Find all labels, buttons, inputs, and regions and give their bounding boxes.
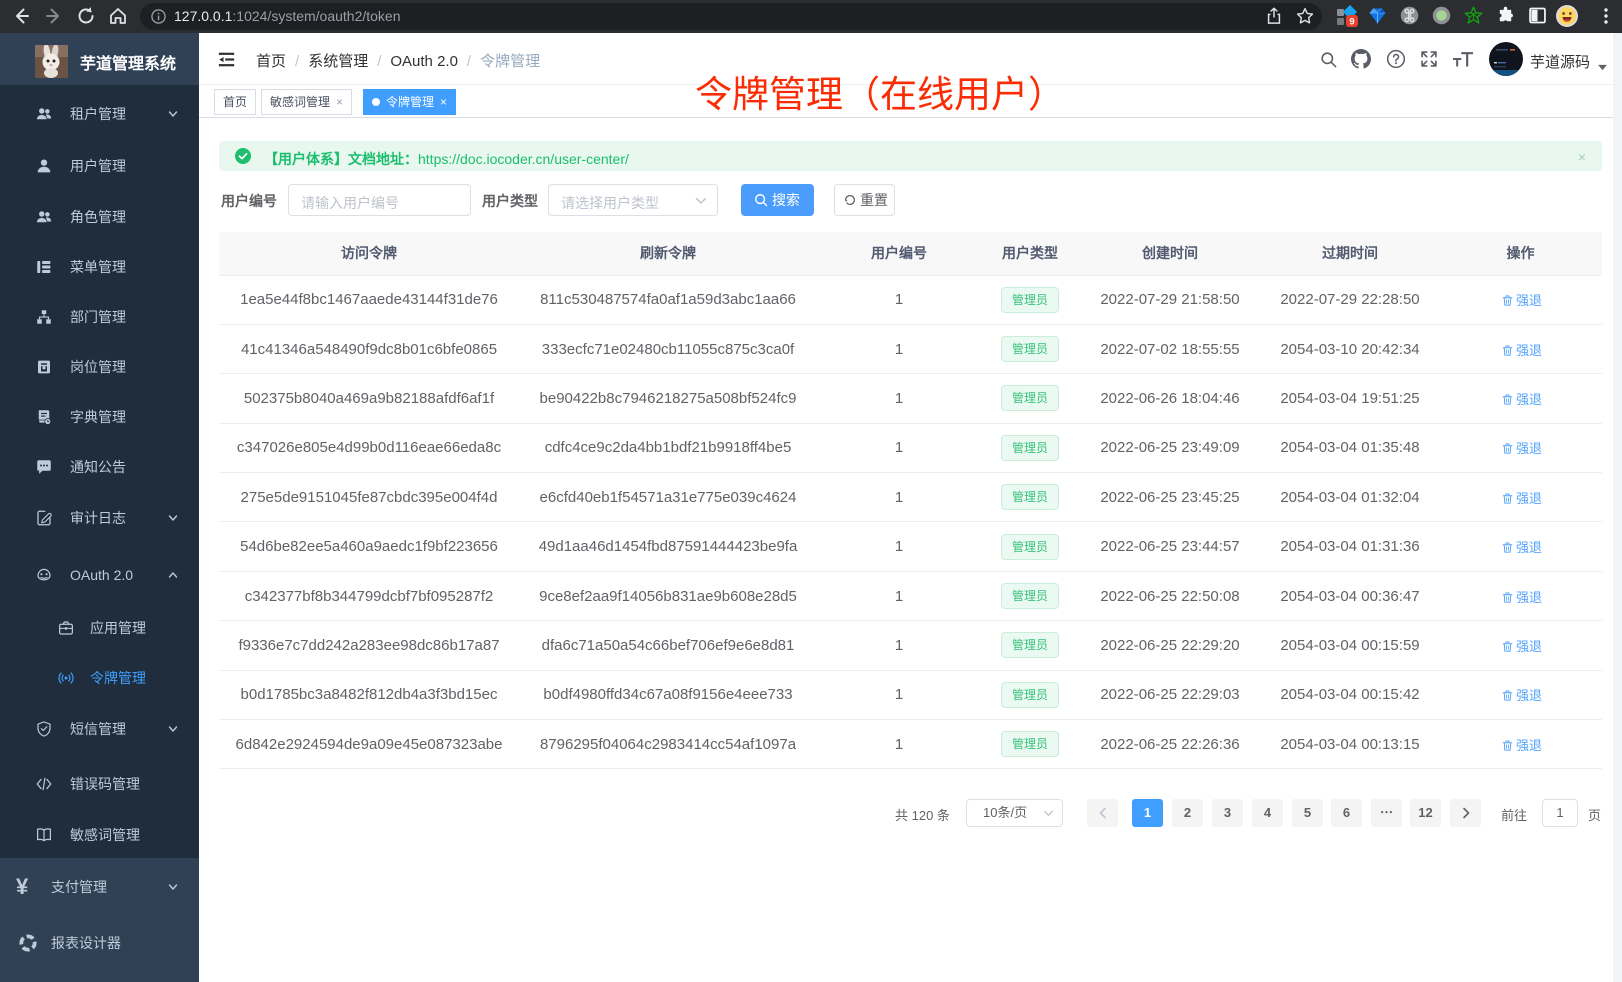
svg-text:9: 9 [1349, 17, 1354, 28]
